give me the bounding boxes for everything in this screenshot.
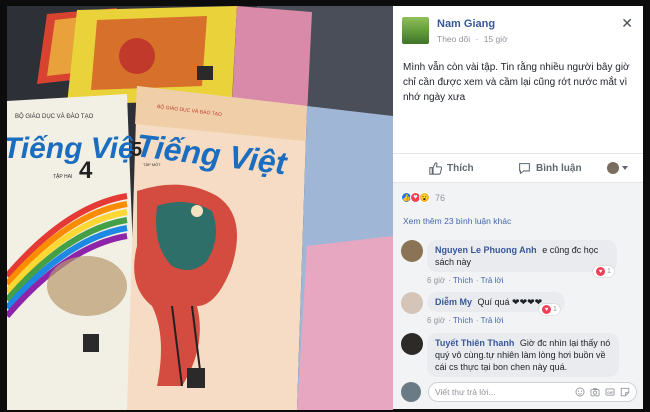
like-button[interactable]: Thích [429,162,474,175]
post-meta: Theo dõi · 15 giờ [437,34,508,44]
comment-item: Nguyen Le Phuong Anh e cũng đc học sách … [401,240,637,286]
photo-viewer: BỘ GIÁO DỤC VÀ ĐÀO TẠO Tiếng Việt 4 TẬP … [0,0,650,412]
reply-box: Viết thư trả lời... GIF [401,382,637,404]
like-label: Thích [447,163,474,174]
comment-icon [519,163,530,175]
view-more-comments[interactable]: Xem thêm 23 bình luận khác [403,216,511,226]
commenter-avatar[interactable] [401,333,423,355]
gif-icon[interactable]: GIF [605,387,615,397]
emoji-icon[interactable] [575,387,585,397]
commenter-name[interactable]: Tuyết Thiên Thanh [435,338,514,348]
sticker-icon[interactable] [620,387,630,397]
comment-time[interactable]: 6 giờ [427,276,445,285]
comment-reaction-count: 1 [607,268,611,275]
comment-text: Quí quá ❤❤❤❤ [477,297,543,307]
comment-time[interactable]: 6 giờ [427,316,445,325]
comment-item: Diễm My Quí quá ❤❤❤❤ ♥ 1 6 giờ · Thích · T… [401,292,637,336]
mini-avatar [607,162,619,174]
heart-icon: ♥ [542,305,551,314]
commenter-avatar[interactable] [401,292,423,314]
commenter-name[interactable]: Diễm My [435,297,472,307]
book1-title: Tiếng Việt [7,132,147,165]
heart-icon: ♥ [596,267,605,276]
comments-area: 👍 ♥ 😮 76 Xem thêm 23 bình luận khác Nguy… [393,183,643,409]
chevron-down-icon [622,166,628,170]
comment-label: Bình luận [536,163,582,174]
post-time[interactable]: 15 giờ [484,34,508,44]
comment-bubble: Nguyen Le Phuong Anh e cũng đc học sách … [427,240,617,272]
comment-item: Tuyết Thiên Thanh Giờ đc nhìn lại thấy n… [401,333,637,379]
post-photo[interactable]: BỘ GIÁO DỤC VÀ ĐÀO TẠO Tiếng Việt 4 TẬP … [7,6,393,410]
comment-bubble: Tuyết Thiên Thanh Giờ đc nhìn lại thấy n… [427,333,619,377]
book2-volume: TẬP MỘT [143,162,161,167]
book1-number: 4 [79,157,93,184]
thumbs-up-icon [429,162,442,175]
post-panel: Nam Giang Theo dõi · 15 giờ ✕ Mình vẫn c… [393,6,643,409]
post-header: Nam Giang Theo dõi · 15 giờ ✕ [393,6,643,50]
book1-volume: TẬP HAI [53,173,72,180]
comment-reaction-badge[interactable]: ♥ 1 [539,304,560,315]
book1-publisher: BỘ GIÁO DỤC VÀ ĐÀO TẠO [15,113,94,120]
comment-reply-link[interactable]: Trả lời [481,316,504,325]
current-user-avatar [401,382,421,402]
camera-icon[interactable] [590,387,600,397]
reactions-count: 76 [435,192,446,203]
commenter-name[interactable]: Nguyen Le Phuong Anh [435,245,537,255]
author-name[interactable]: Nam Giang [437,18,495,30]
comment-like-link[interactable]: Thích [453,316,473,325]
reply-input[interactable]: Viết thư trả lời... GIF [428,382,637,402]
comment-reply-link[interactable]: Trả lời [481,276,504,285]
reactions-summary[interactable]: 👍 ♥ 😮 76 [401,192,445,203]
comment-reaction-count: 1 [553,306,557,313]
comment-meta: 6 giờ · Thích · Trả lời [427,316,504,325]
reply-tools: GIF [575,387,630,397]
comment-reaction-badge[interactable]: ♥ 1 [593,266,614,277]
author-avatar[interactable] [402,17,429,44]
comment-meta: 6 giờ · Thích · Trả lời [427,276,504,285]
post-text: Mình vẫn còn vài tập. Tin rằng nhiều ngư… [403,62,630,103]
photo-illustration: BỘ GIÁO DỤC VÀ ĐÀO TẠO Tiếng Việt 4 TẬP … [7,6,393,410]
comment-like-link[interactable]: Thích [453,276,473,285]
comment-button[interactable]: Bình luận [518,162,582,175]
meta-separator: · [475,34,479,44]
svg-text:GIF: GIF [607,391,614,395]
follow-link[interactable]: Theo dõi [437,34,470,44]
book2-number: 5 [131,139,142,161]
wow-reaction-icon: 😮 [419,192,430,203]
commenter-avatar[interactable] [401,240,423,262]
post-actions: Thích Bình luận [393,153,643,183]
reply-placeholder: Viết thư trả lời... [435,387,496,397]
react-as-selector[interactable] [607,162,628,174]
close-icon[interactable]: ✕ [621,16,633,30]
